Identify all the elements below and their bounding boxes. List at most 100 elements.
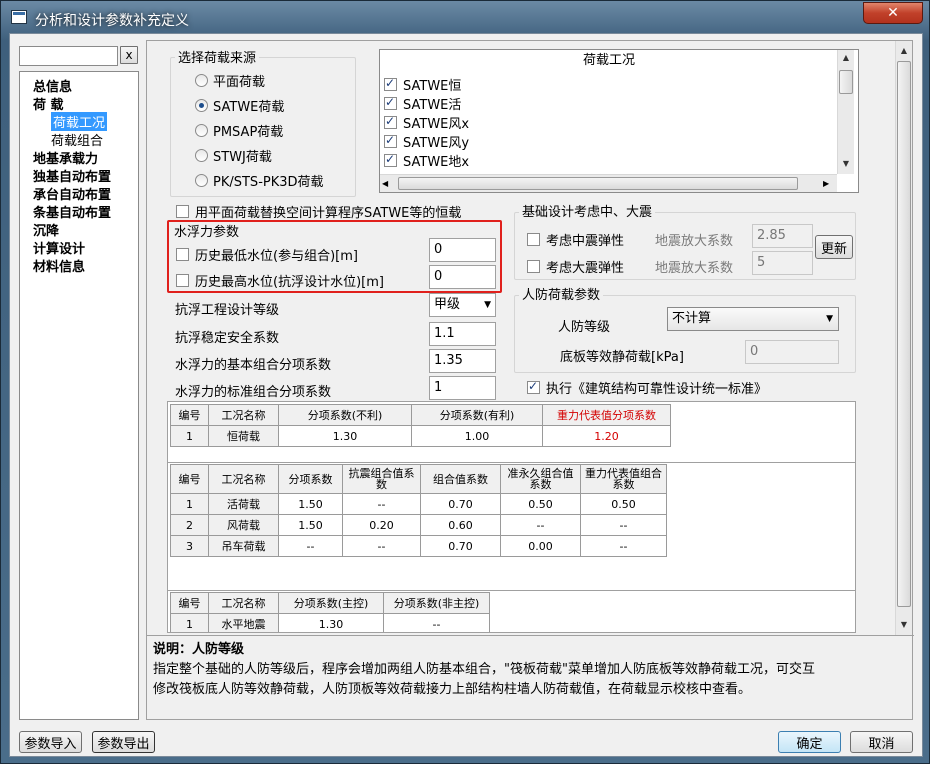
- load-case-item[interactable]: SATWE风x: [384, 113, 469, 132]
- radio-pk-sts-load[interactable]: PK/STS-PK3D荷载: [195, 171, 324, 190]
- table-cell[interactable]: 0.50: [580, 493, 667, 515]
- table-header-cell: 分项系数: [278, 464, 343, 494]
- radio-plane-load[interactable]: 平面荷载: [195, 71, 265, 90]
- tree-item-general[interactable]: 总信息: [33, 76, 72, 95]
- scroll-right-icon[interactable]: ▶: [823, 175, 829, 192]
- refresh-button[interactable]: 更新: [815, 235, 853, 259]
- scroll-down-icon[interactable]: ▼: [838, 156, 854, 172]
- reliability-standard-option[interactable]: 执行《建筑结构可靠性设计统一标准》: [527, 378, 767, 397]
- tree-item-load-combinations[interactable]: 荷载组合: [51, 130, 103, 149]
- radio-pmsap-load[interactable]: PMSAP荷载: [195, 121, 283, 140]
- table-cell[interactable]: --: [580, 514, 667, 536]
- table-cell[interactable]: 1.50: [278, 493, 343, 515]
- buoyancy-basic-factor-input[interactable]: 1.35: [429, 349, 496, 373]
- table-cell[interactable]: 0.70: [420, 535, 501, 557]
- table-cell[interactable]: 1.30: [278, 425, 412, 447]
- tree-item-settlement[interactable]: 沉降: [33, 220, 59, 239]
- ok-button[interactable]: 确定: [778, 731, 841, 753]
- big-earthquake-option[interactable]: 考虑大震弹性: [527, 257, 624, 276]
- low-water-level-input[interactable]: 0: [429, 238, 496, 262]
- tree-item-isolated-footing[interactable]: 独基自动布置: [33, 166, 111, 185]
- table-cell[interactable]: 0.50: [500, 493, 581, 515]
- tree-item-bearing-capacity[interactable]: 地基承载力: [33, 148, 98, 167]
- description-title: 说明：人防等级: [153, 642, 245, 657]
- scroll-down-icon[interactable]: ▼: [896, 617, 912, 633]
- scroll-left-icon[interactable]: ◀: [382, 175, 388, 192]
- civil-defense-level-select[interactable]: 不计算 ▼: [667, 307, 839, 331]
- replace-dead-load-option[interactable]: 用平面荷载替换空间计算程序SATWE等的恒载: [176, 202, 461, 221]
- table-row[interactable]: 3 吊车荷载 -- -- 0.70 0.00 --: [170, 535, 667, 557]
- checkbox[interactable]: [176, 274, 189, 287]
- table-cell[interactable]: 1.50: [278, 514, 343, 536]
- table-cell: 恒荷载: [208, 425, 279, 447]
- checkbox[interactable]: [527, 233, 540, 246]
- mid-earthquake-option[interactable]: 考虑中震弹性: [527, 230, 624, 249]
- checkbox-checked[interactable]: [384, 152, 397, 167]
- title-bar[interactable]: 分析和设计参数补充定义 ✕: [1, 1, 929, 35]
- low-water-level-option[interactable]: 历史最低水位(参与组合)[m]: [176, 245, 358, 264]
- table-cell[interactable]: 0.20: [342, 514, 421, 536]
- close-button[interactable]: ✕: [863, 2, 923, 24]
- load-case-item[interactable]: SATWE风y: [384, 132, 469, 151]
- radio-satwe-load[interactable]: SATWE荷载: [195, 96, 284, 115]
- load-case-item[interactable]: SATWE地x: [384, 151, 469, 170]
- table-cell[interactable]: 0.60: [420, 514, 501, 536]
- tree-item-material[interactable]: 材料信息: [33, 256, 85, 275]
- nav-tree: 总信息 荷 载 荷载工况 荷载组合 地基承载力 独基自动布置 承台自动布置 条基…: [19, 71, 139, 720]
- anti-float-grade-select[interactable]: 甲级 ▼: [429, 293, 496, 317]
- checkbox-checked[interactable]: [384, 95, 397, 110]
- load-case-item[interactable]: SATWE活: [384, 94, 461, 113]
- table-cell[interactable]: 1.20: [542, 425, 671, 447]
- tree-item-load-cases[interactable]: 荷载工况: [51, 112, 108, 131]
- radio-stwj-load[interactable]: STWJ荷载: [195, 146, 272, 165]
- window-title: 分析和设计参数补充定义: [35, 13, 189, 29]
- import-params-button[interactable]: 参数导入: [19, 731, 82, 753]
- export-params-button[interactable]: 参数导出: [92, 731, 155, 753]
- table-row[interactable]: 1 恒荷载 1.30 1.00 1.20: [170, 425, 671, 447]
- table-cell[interactable]: --: [342, 535, 421, 557]
- cancel-button[interactable]: 取消: [850, 731, 913, 753]
- load-case-header: 荷载工况: [380, 50, 838, 72]
- tree-item-design-calc[interactable]: 计算设计: [33, 238, 85, 257]
- anti-float-safety-input[interactable]: 1.1: [429, 322, 496, 346]
- big-amplification-input[interactable]: 5: [752, 251, 813, 275]
- table-cell[interactable]: 1.00: [411, 425, 543, 447]
- list-vertical-scrollbar[interactable]: ▲ ▼: [837, 50, 854, 174]
- scroll-thumb[interactable]: [839, 70, 853, 94]
- table-row[interactable]: 1 活荷载 1.50 -- 0.70 0.50 0.50: [170, 493, 667, 515]
- buoyancy-standard-factor-input[interactable]: 1: [429, 376, 496, 400]
- tree-item-load[interactable]: 荷 载: [33, 94, 64, 113]
- table-cell[interactable]: --: [342, 493, 421, 515]
- table-cell[interactable]: 0.00: [500, 535, 581, 557]
- checkbox[interactable]: [176, 205, 189, 218]
- mid-amplification-input[interactable]: 2.85: [752, 224, 813, 248]
- high-water-level-input[interactable]: 0: [429, 265, 496, 289]
- checkbox-checked[interactable]: [384, 133, 397, 148]
- table-row[interactable]: 2 风荷载 1.50 0.20 0.60 -- --: [170, 514, 667, 536]
- tree-item-pile-cap[interactable]: 承台自动布置: [33, 184, 111, 203]
- tree-item-strip-footing[interactable]: 条基自动布置: [33, 202, 111, 221]
- search-input[interactable]: [19, 46, 118, 66]
- checkbox[interactable]: [527, 260, 540, 273]
- table-cell[interactable]: 0.70: [420, 493, 501, 515]
- main-vertical-scrollbar[interactable]: ▲ ▼: [895, 41, 912, 635]
- list-horizontal-scrollbar[interactable]: ◀ ▶: [380, 174, 837, 192]
- load-case-item[interactable]: SATWE恒: [384, 75, 461, 94]
- clear-search-button[interactable]: x: [120, 46, 138, 64]
- checkbox[interactable]: [176, 248, 189, 261]
- table-row[interactable]: 1 水平地震 1.30 --: [170, 613, 490, 632]
- scroll-up-icon[interactable]: ▲: [838, 50, 854, 66]
- scroll-up-icon[interactable]: ▲: [896, 43, 912, 59]
- slab-load-input[interactable]: 0: [745, 340, 839, 364]
- scroll-thumb[interactable]: [897, 61, 911, 607]
- table-cell[interactable]: --: [278, 535, 343, 557]
- checkbox-checked[interactable]: [384, 76, 397, 91]
- scroll-thumb[interactable]: [398, 177, 798, 190]
- table-cell[interactable]: --: [383, 613, 490, 632]
- table-cell[interactable]: --: [500, 514, 581, 536]
- checkbox-checked[interactable]: [384, 114, 397, 129]
- table-cell[interactable]: 1.30: [278, 613, 384, 632]
- table-cell[interactable]: --: [580, 535, 667, 557]
- checkbox-checked[interactable]: [527, 379, 540, 394]
- high-water-level-option[interactable]: 历史最高水位(抗浮设计水位)[m]: [176, 271, 384, 290]
